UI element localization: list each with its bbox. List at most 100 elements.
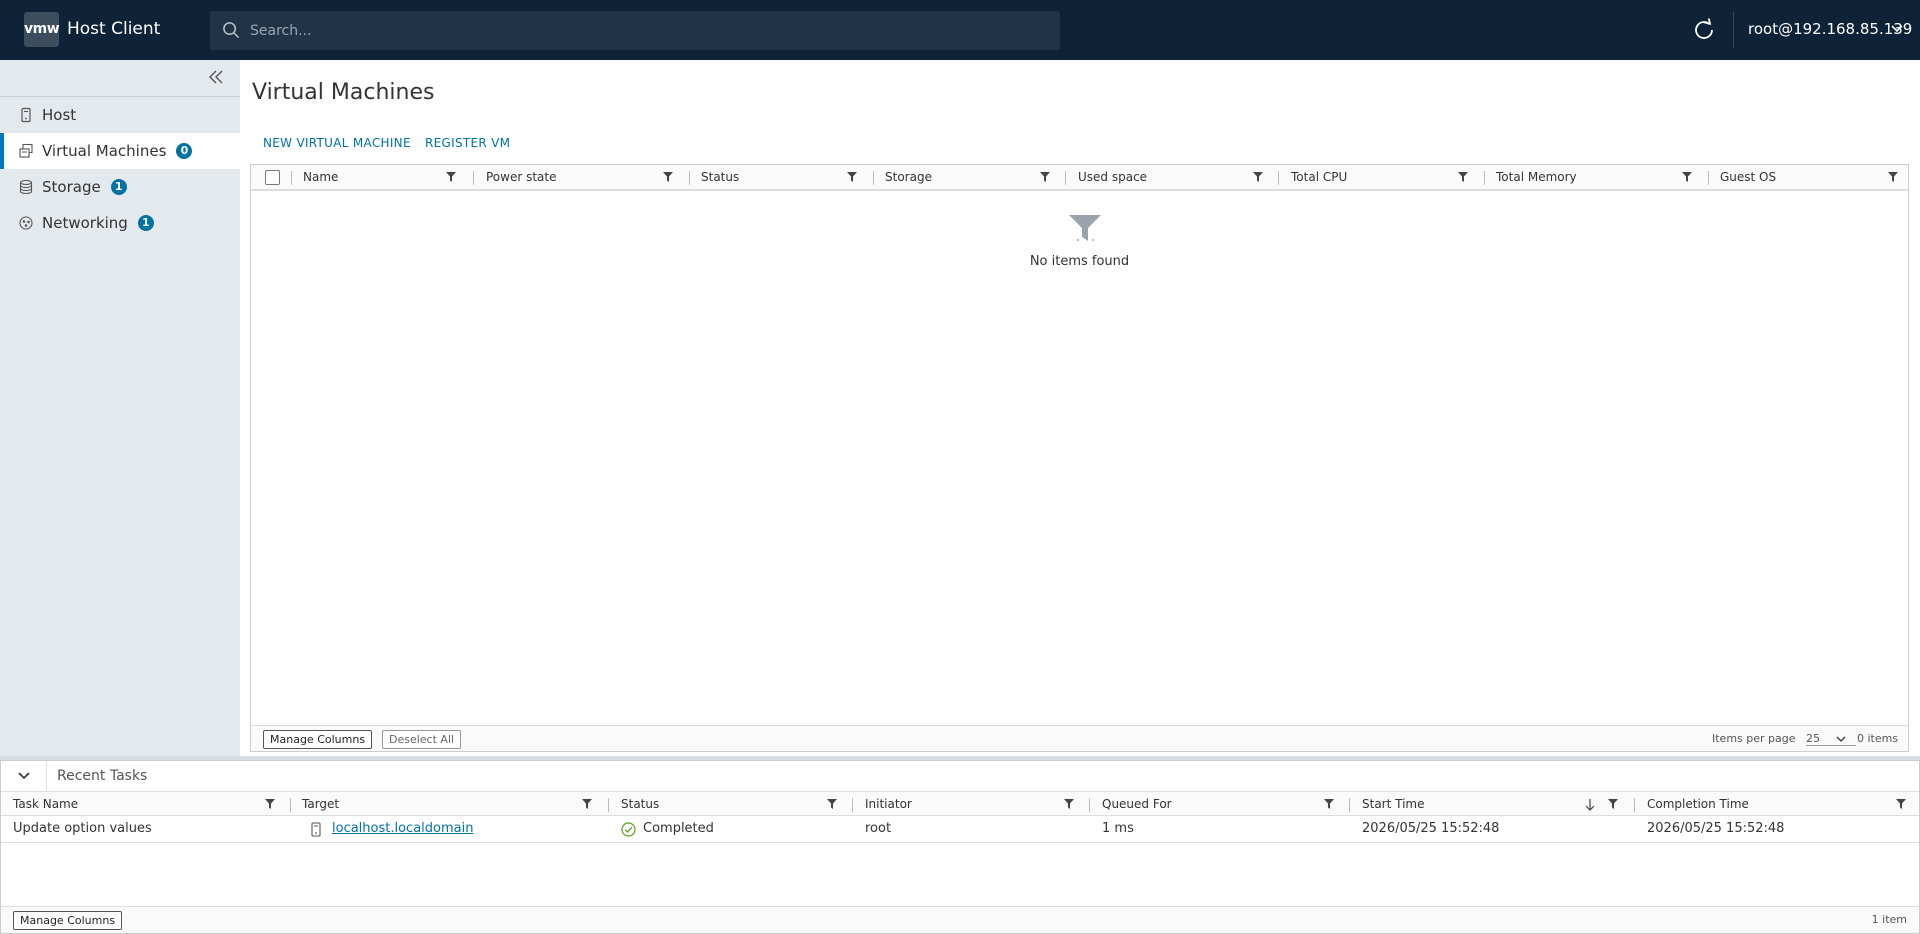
count-badge: 0 [176,143,193,159]
sort-descending-icon[interactable] [1585,799,1595,811]
column-separator [1708,171,1709,185]
sidebar: Host Virtual Machines 0 Storage 1 Networ… [0,60,240,756]
column-header-target[interactable]: Target [302,792,339,816]
datagrid-footer: Manage Columns Deselect All Items per pa… [251,725,1908,751]
manage-columns-button[interactable]: Manage Columns [13,911,123,930]
sidebar-item-label: Networking [42,214,128,232]
queued-for-cell: 1 ms [1102,821,1134,836]
header-divider [1733,12,1734,48]
filter-icon[interactable] [663,172,673,182]
filter-icon[interactable] [1888,172,1898,182]
column-separator [1484,171,1485,185]
manage-columns-button[interactable]: Manage Columns [263,730,373,749]
items-count: 1 item [1871,913,1907,926]
filter-icon[interactable] [265,799,275,809]
sidebar-item-label: Host [42,106,77,124]
datagrid-header: Name Power state Status Storage Used spa… [251,165,1908,191]
filter-icon[interactable] [1253,172,1263,182]
table-row[interactable]: Update option values localhost.localdoma… [1,816,1919,843]
filter-icon[interactable] [1608,799,1618,809]
column-separator [473,171,474,185]
sidebar-item-label: Virtual Machines [42,142,167,160]
storage-icon [19,179,33,195]
items-per-page-select[interactable]: 25 [1806,732,1856,746]
column-header-status[interactable]: Status [701,165,739,189]
sidebar-item-label: Storage [42,178,101,196]
server-icon [311,822,321,837]
status-cell: Completed [643,821,714,836]
items-count: 0 items [1857,732,1899,745]
task-name-cell: Update option values [13,821,152,836]
column-header-guest-os[interactable]: Guest OS [1720,165,1776,189]
column-separator [291,171,292,185]
column-header-task-name[interactable]: Task Name [13,792,78,816]
column-separator [1634,798,1635,812]
column-header-completion-time[interactable]: Completion Time [1647,792,1749,816]
filter-icon[interactable] [1324,799,1334,809]
sidebar-item-host[interactable]: Host [0,97,240,133]
tasks-toggle[interactable] [1,761,47,791]
filter-icon[interactable] [1040,172,1050,182]
target-link[interactable]: localhost.localdomain [332,816,473,842]
column-header-queued-for[interactable]: Queued For [1102,792,1172,816]
deselect-all-button[interactable]: Deselect All [382,730,462,749]
column-header-name[interactable]: Name [303,165,338,189]
column-separator [290,798,291,812]
search-box [210,11,1060,50]
column-header-total-memory[interactable]: Total Memory [1496,165,1577,189]
search-input[interactable] [250,11,1050,50]
column-separator [1349,798,1350,812]
vm-datagrid: Name Power state Status Storage Used spa… [250,164,1909,752]
search-icon [223,22,240,39]
refresh-icon[interactable] [1690,16,1718,44]
sidebar-item-storage[interactable]: Storage 1 [0,169,240,205]
register-vm-button[interactable]: REGISTER VM [425,136,510,150]
filter-icon[interactable] [582,799,592,809]
page-title: Virtual Machines [252,80,435,105]
filter-icon[interactable] [1682,172,1692,182]
completion-time-cell: 2026/05/25 15:52:48 [1647,821,1785,836]
count-badge: 1 [137,215,154,231]
column-separator [1089,798,1090,812]
column-header-start-time[interactable]: Start Time [1362,792,1425,816]
chevron-down-icon[interactable] [17,770,31,782]
filter-icon[interactable] [446,172,456,182]
filter-icon[interactable] [847,172,857,182]
tasks-footer: Manage Columns 1 item [1,906,1919,933]
column-separator [873,171,874,185]
column-header-initiator[interactable]: Initiator [865,792,912,816]
empty-filter-icon [1069,215,1101,241]
chevron-down-icon[interactable] [1836,734,1846,744]
sidebar-item-networking[interactable]: Networking 1 [0,205,240,241]
app-header: vmw Host Client root@192.168.85.139 [0,0,1920,60]
column-header-total-cpu[interactable]: Total CPU [1291,165,1347,189]
column-header-used-space[interactable]: Used space [1078,165,1147,189]
new-virtual-machine-button[interactable]: NEW VIRTUAL MACHINE [263,136,411,150]
filter-icon[interactable] [1458,172,1468,182]
app-title: Host Client [67,19,161,39]
column-header-power-state[interactable]: Power state [486,165,557,189]
sidebar-item-virtual-machines[interactable]: Virtual Machines 0 [0,133,240,169]
filter-icon[interactable] [827,799,837,809]
column-header-storage[interactable]: Storage [885,165,932,189]
column-separator [608,798,609,812]
column-header-status[interactable]: Status [621,792,659,816]
recent-tasks-panel: Recent Tasks Task Name Target Status Ini… [0,760,1920,934]
chevron-down-icon[interactable] [1890,22,1904,36]
vmw-logo: vmw [24,12,60,47]
user-menu[interactable]: root@192.168.85.139 [1748,20,1912,38]
network-icon [19,216,33,230]
recent-tasks-title: Recent Tasks [57,768,148,784]
server-icon [21,107,31,123]
filter-icon[interactable] [1064,799,1074,809]
filter-icon[interactable] [1896,799,1906,809]
select-all-checkbox[interactable] [265,170,280,185]
tasks-header: Task Name Target Status Initiator Queued… [1,791,1919,816]
column-separator [852,798,853,812]
check-circle-icon [621,822,636,837]
column-separator [1278,171,1279,185]
start-time-cell: 2026/05/25 15:52:48 [1362,821,1500,836]
column-separator [689,171,690,185]
collapse-sidebar-icon[interactable] [206,68,226,86]
empty-state-text: No items found [1029,254,1130,269]
